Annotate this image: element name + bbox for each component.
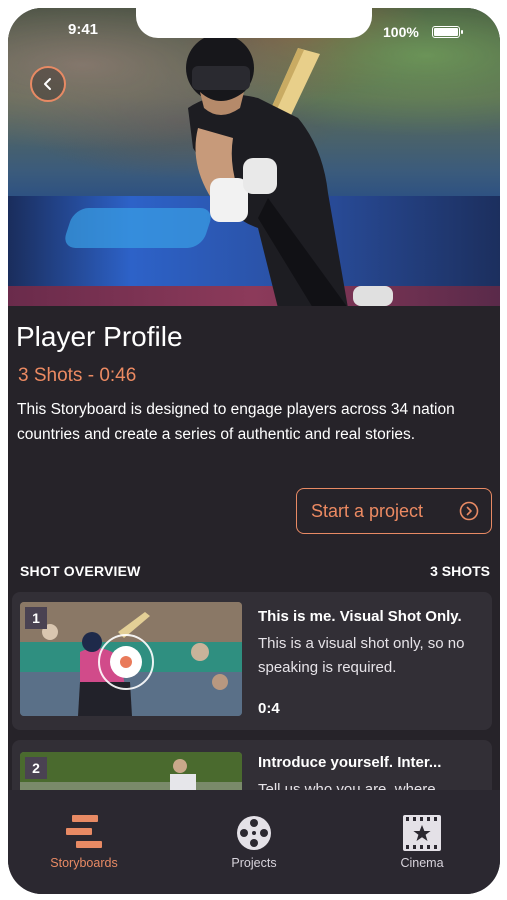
- battery-icon: [432, 26, 463, 38]
- shots-summary: 3 Shots - 0:46: [18, 365, 137, 386]
- storyboard-description: This Storyboard is designed to engage pl…: [17, 401, 455, 443]
- shot-count: 3 SHOTS: [430, 563, 490, 579]
- page-title: Player Profile: [16, 321, 183, 352]
- storyboards-icon: [66, 815, 102, 848]
- shot-overview-heading: SHOT OVERVIEW: [20, 563, 141, 579]
- bottom-tab-bar: Storyboards Projects Cinema: [8, 790, 500, 894]
- chevron-right-circle-icon: [459, 501, 479, 521]
- start-project-label: Start a project: [311, 500, 424, 521]
- tab-storyboards[interactable]: Storyboards: [14, 790, 154, 894]
- back-button[interactable]: [30, 66, 66, 102]
- tab-label: Projects: [231, 856, 277, 870]
- shot-thumbnail[interactable]: 1: [20, 602, 242, 716]
- chevron-left-icon: [44, 78, 51, 90]
- shot-card-1[interactable]: 1 This is me. Visual Shot Only. This is …: [12, 592, 492, 730]
- cricketer-figure: [186, 34, 393, 306]
- hero-image: [8, 8, 500, 306]
- battery-percentage: 100%: [383, 24, 419, 40]
- tab-label: Storyboards: [50, 856, 118, 870]
- film-reel-icon: [237, 816, 271, 850]
- device-notch: [136, 8, 372, 38]
- tab-cinema[interactable]: Cinema: [352, 790, 492, 894]
- shot-number-badge: 1: [25, 607, 47, 629]
- tab-label: Cinema: [400, 856, 444, 870]
- shot-number-badge: 2: [25, 757, 47, 779]
- shot-title: Introduce yourself. Inter...: [258, 754, 442, 771]
- shot-description: This is a visual shot only, so no speaki…: [258, 635, 465, 676]
- shot-title: This is me. Visual Shot Only.: [258, 608, 462, 625]
- status-time: 9:41: [68, 21, 99, 38]
- start-project-button[interactable]: Start a project: [296, 488, 492, 534]
- shot-duration: 0:4: [258, 700, 280, 717]
- phone-screen: 9:41 100% Player Profile 3 Shots - 0:46 …: [8, 8, 500, 894]
- record-dot-icon[interactable]: [120, 656, 132, 668]
- tab-projects[interactable]: Projects: [184, 790, 324, 894]
- cinema-ticket-icon: [403, 815, 441, 851]
